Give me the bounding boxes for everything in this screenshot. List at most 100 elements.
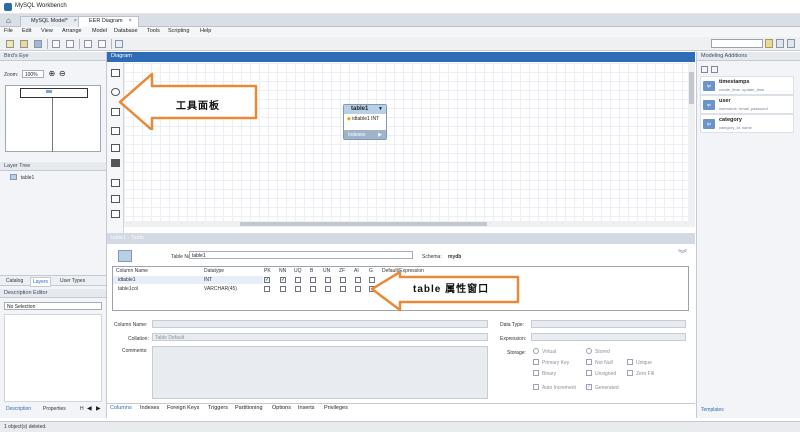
tab-templates[interactable]: Templates <box>701 407 724 413</box>
pk-checkbox[interactable]: ✓ <box>264 277 270 283</box>
template-category[interactable]: tpl category category_id, name <box>700 114 794 133</box>
tab-description[interactable]: Description <box>6 406 31 412</box>
view-tool-icon[interactable] <box>110 194 122 205</box>
grid-header-column-name[interactable]: Column Name <box>116 268 148 274</box>
eer-table-header[interactable]: table1 ▼ <box>344 105 386 114</box>
column-name-input[interactable] <box>152 320 488 328</box>
image-tool-icon[interactable] <box>110 158 122 169</box>
tab-scroll-left-icon[interactable]: ◀ <box>87 405 92 412</box>
tab-triggers[interactable]: Triggers <box>208 405 228 411</box>
collation-select[interactable]: Table Default <box>152 333 488 341</box>
menu-help[interactable]: Help <box>200 28 211 34</box>
layer-tree-item[interactable]: table1 <box>10 174 34 181</box>
expand-icon[interactable]: ▶ <box>378 132 382 138</box>
tab-catalog[interactable]: Catalog <box>6 278 23 284</box>
tab-eer-diagram[interactable]: EER Diagram × <box>78 16 139 27</box>
redo-icon[interactable] <box>66 40 74 48</box>
zf-checkbox[interactable] <box>340 286 346 292</box>
not-null-checkbox[interactable] <box>586 359 592 365</box>
birds-eye-minimap[interactable] <box>5 85 101 152</box>
grid-header-uq[interactable]: UQ <box>294 268 302 274</box>
menu-tools[interactable]: Tools <box>147 28 160 34</box>
tab-columns[interactable]: Columns <box>110 405 132 411</box>
nn-checkbox[interactable]: ✓ <box>280 277 286 283</box>
tab-history[interactable]: H <box>80 406 84 412</box>
tab-indexes[interactable]: Indexes <box>140 405 159 411</box>
grid-header-pk[interactable]: PK <box>264 268 271 274</box>
selection-dropdown[interactable]: No Selection <box>4 302 102 310</box>
zoom-in-icon[interactable]: ⊕ <box>49 69 56 78</box>
search-input[interactable] <box>711 39 763 48</box>
close-icon[interactable]: × <box>129 18 132 24</box>
uq-checkbox[interactable] <box>295 286 301 292</box>
menu-scripting[interactable]: Scripting <box>168 28 189 34</box>
description-textarea[interactable] <box>4 314 102 402</box>
open-model-icon[interactable] <box>20 40 28 48</box>
tab-partitioning[interactable]: Partitioning <box>235 405 263 411</box>
tab-layers[interactable]: Layers <box>30 277 52 287</box>
zoom-out-icon[interactable]: ⊖ <box>59 69 66 78</box>
save-model-icon[interactable] <box>34 40 42 48</box>
eer-indexes-bar[interactable]: Indexes ▶ <box>344 130 386 139</box>
nn-checkbox[interactable] <box>280 286 286 292</box>
binary-checkbox[interactable] <box>533 370 539 376</box>
column-name-cell[interactable]: idtable1 <box>118 277 136 283</box>
home-icon[interactable]: ⌂ <box>6 16 11 25</box>
zf-checkbox[interactable] <box>340 277 346 283</box>
primary-key-checkbox[interactable] <box>533 359 539 365</box>
zoom-select[interactable]: 100% <box>21 70 44 79</box>
undo-icon[interactable] <box>52 40 60 48</box>
tab-privileges[interactable]: Privileges <box>324 405 348 411</box>
datatype-cell[interactable]: VARCHAR(45) <box>204 286 237 292</box>
toggle-grid-icon[interactable] <box>84 40 92 48</box>
virtual-radio[interactable] <box>533 348 539 354</box>
search-icon[interactable] <box>765 39 773 48</box>
uq-checkbox[interactable] <box>295 277 301 283</box>
tab-inserts[interactable]: Inserts <box>298 405 315 411</box>
auto-increment-checkbox[interactable] <box>533 384 539 390</box>
eer-table-table1[interactable]: table1 ▼ ◆ idtable1 INT Indexes ▶ <box>343 104 387 140</box>
ai-checkbox[interactable] <box>355 277 361 283</box>
b-checkbox[interactable] <box>310 277 316 283</box>
tab-mysql-model[interactable]: MySQL Model* × <box>20 16 84 27</box>
tab-options[interactable]: Options <box>272 405 291 411</box>
routine-tool-icon[interactable] <box>110 209 122 220</box>
minimap-viewport[interactable] <box>20 88 88 98</box>
tab-foreign-keys[interactable]: Foreign Keys <box>167 405 199 411</box>
grid-header-un[interactable]: UN <box>323 268 330 274</box>
menu-view[interactable]: View <box>41 28 53 34</box>
unique-checkbox[interactable] <box>627 359 633 365</box>
view-grid-icon[interactable] <box>711 66 718 73</box>
stored-radio[interactable] <box>586 348 592 354</box>
b-checkbox[interactable] <box>310 286 316 292</box>
note-tool-icon[interactable] <box>110 143 122 154</box>
template-user[interactable]: tpl user username, email, password <box>700 95 794 114</box>
unsigned-checkbox[interactable] <box>586 370 592 376</box>
datatype-cell[interactable]: INT <box>204 277 212 283</box>
grid-header-nn[interactable]: NN <box>279 268 286 274</box>
table-tool-icon[interactable] <box>110 178 122 189</box>
zero-fill-checkbox[interactable] <box>627 370 633 376</box>
data-type-input[interactable] <box>531 320 686 328</box>
un-checkbox[interactable] <box>325 277 331 283</box>
column-name-cell[interactable]: table1col <box>118 286 138 292</box>
template-timestamps[interactable]: tpl timestamps create_time, update_time <box>700 76 794 95</box>
tab-user-types[interactable]: User Types <box>60 278 85 284</box>
panel-toggle-icon[interactable] <box>776 39 784 48</box>
generated-checkbox[interactable]: ✓ <box>586 384 592 390</box>
new-model-icon[interactable] <box>6 40 14 48</box>
menu-arrange[interactable]: Arrange <box>62 28 82 34</box>
close-icon[interactable]: × <box>74 18 77 24</box>
vertical-scroll-thumb[interactable] <box>689 72 694 104</box>
align-grid-icon[interactable] <box>98 40 106 48</box>
pk-checkbox[interactable] <box>264 286 270 292</box>
grid-header-b[interactable]: B <box>310 268 313 274</box>
validate-icon[interactable] <box>115 40 123 48</box>
menu-model[interactable]: Model <box>92 28 107 34</box>
tab-properties[interactable]: Properties <box>43 406 66 412</box>
collapse-editor-icon[interactable]: ︾ <box>678 250 687 259</box>
grid-header-zf[interactable]: ZF <box>339 268 345 274</box>
menu-file[interactable]: File <box>4 28 13 34</box>
grid-header-datatype[interactable]: Datatype <box>204 268 224 274</box>
horizontal-scroll-thumb[interactable] <box>240 222 487 226</box>
